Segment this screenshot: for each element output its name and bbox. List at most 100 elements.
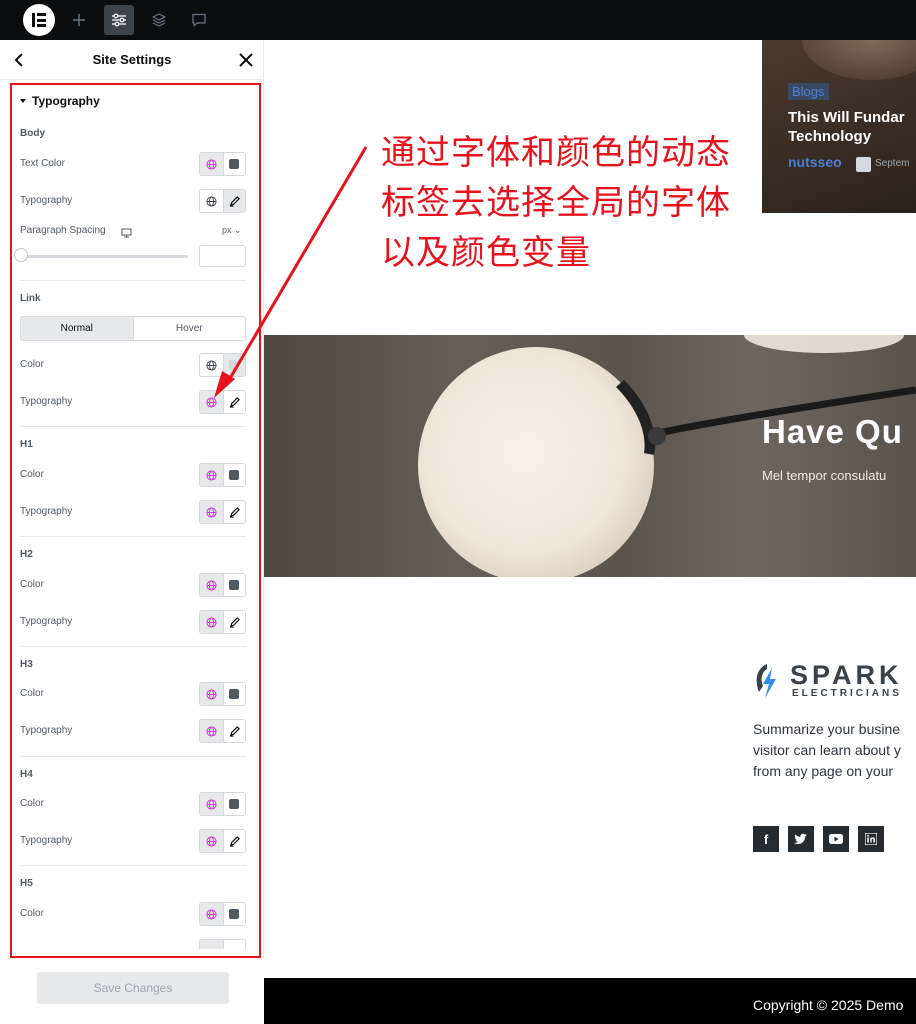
color-swatch[interactable] xyxy=(222,153,246,175)
slider-thumb[interactable] xyxy=(14,248,28,262)
youtube-icon[interactable] xyxy=(823,826,849,852)
h1-typography-control xyxy=(199,500,246,524)
divider xyxy=(20,646,246,647)
hero-lamp-image xyxy=(418,335,916,577)
color-swatch[interactable] xyxy=(222,574,246,596)
calendar-icon xyxy=(856,157,871,172)
h3-group-title: H3 xyxy=(20,659,33,670)
panel-header: Site Settings xyxy=(0,40,264,80)
site-settings-panel: Site Settings Typography Body Text Color… xyxy=(0,40,264,1024)
color-swatch[interactable] xyxy=(222,464,246,486)
blog-tag[interactable]: Blogs xyxy=(788,83,829,100)
globe-icon[interactable] xyxy=(200,940,223,949)
globe-icon[interactable] xyxy=(200,464,223,486)
close-icon[interactable] xyxy=(238,52,254,68)
h1-color-label: Color xyxy=(20,469,44,480)
pencil-icon[interactable] xyxy=(222,940,246,949)
globe-icon[interactable] xyxy=(200,903,223,925)
link-color-label: Color xyxy=(20,359,44,370)
body-text-color-control xyxy=(199,152,246,176)
color-swatch[interactable] xyxy=(222,354,245,376)
add-icon[interactable] xyxy=(64,5,94,35)
color-swatch[interactable] xyxy=(222,793,246,815)
h1-color-control xyxy=(199,463,246,487)
pencil-icon[interactable] xyxy=(222,720,246,742)
body-group-title: Body xyxy=(20,128,45,139)
divider xyxy=(20,426,246,427)
editor-top-bar xyxy=(0,0,916,40)
paragraph-spacing-input[interactable] xyxy=(199,245,246,267)
pencil-icon[interactable] xyxy=(222,830,246,852)
elementor-logo-icon[interactable] xyxy=(23,4,55,36)
caret-down-icon xyxy=(20,98,26,103)
blog-date: Septem xyxy=(875,158,910,169)
h1-group-title: H1 xyxy=(20,439,33,450)
globe-icon[interactable] xyxy=(200,153,223,175)
h3-color-control xyxy=(199,682,246,706)
globe-icon[interactable] xyxy=(200,683,223,705)
summary-line: Summarize your busine xyxy=(753,721,901,737)
unit-selector[interactable]: px ⌄ xyxy=(222,225,242,236)
tab-normal[interactable]: Normal xyxy=(21,317,133,340)
blog-title[interactable]: This Will Fundar Technology xyxy=(788,108,916,146)
save-changes-button[interactable]: Save Changes xyxy=(37,972,229,1004)
h4-color-control xyxy=(199,792,246,816)
layers-icon[interactable] xyxy=(144,5,174,35)
h5-color-control xyxy=(199,902,246,926)
h2-typography-label: Typography xyxy=(20,616,73,627)
twitter-icon[interactable] xyxy=(788,826,814,852)
h2-color-label: Color xyxy=(20,579,44,590)
color-swatch[interactable] xyxy=(222,683,246,705)
blog-card[interactable]: Blogs This Will Fundar Technology nutsse… xyxy=(762,40,916,213)
unit-label: px xyxy=(222,225,232,235)
copyright-text: Copyright © 2025 Demo xyxy=(753,997,904,1013)
desktop-icon[interactable] xyxy=(121,225,132,243)
pencil-icon[interactable] xyxy=(222,190,245,212)
globe-icon[interactable] xyxy=(200,574,223,596)
h5-color-label: Color xyxy=(20,908,44,919)
h3-typography-label: Typography xyxy=(20,725,73,736)
globe-icon[interactable] xyxy=(200,611,223,633)
section-title: Typography xyxy=(32,94,100,108)
h3-typography-control xyxy=(199,719,246,743)
hero-subtext: Mel tempor consulatu xyxy=(762,468,887,483)
globe-icon[interactable] xyxy=(200,190,223,212)
linkedin-icon[interactable] xyxy=(858,826,884,852)
site-settings-icon[interactable] xyxy=(104,5,134,35)
divider xyxy=(20,865,246,866)
tab-hover[interactable]: Hover xyxy=(132,317,246,340)
divider xyxy=(20,756,246,757)
panel-footer: Save Changes xyxy=(0,958,264,1024)
globe-icon[interactable] xyxy=(200,830,223,852)
pencil-icon[interactable] xyxy=(222,611,246,633)
globe-icon[interactable] xyxy=(200,501,223,523)
comments-icon[interactable] xyxy=(184,5,214,35)
brand-tagline: ELECTRICIANS xyxy=(792,688,902,699)
summary-line: visitor can learn about y xyxy=(753,742,901,758)
globe-icon[interactable] xyxy=(200,391,223,413)
pencil-icon[interactable] xyxy=(222,391,246,413)
footer-summary: Summarize your busine visitor can learn … xyxy=(753,719,916,782)
hero-section: Have Qu Mel tempor consulatu xyxy=(264,335,916,577)
blog-author[interactable]: nutsseo xyxy=(788,154,842,170)
facebook-icon[interactable]: f xyxy=(753,826,779,852)
color-swatch[interactable] xyxy=(222,903,246,925)
annotation-line: 通过字体和颜色的动态 xyxy=(381,133,731,173)
hero-headline: Have Qu xyxy=(762,413,903,450)
typography-section-toggle[interactable]: Typography xyxy=(20,94,100,108)
h3-color-label: Color xyxy=(20,688,44,699)
link-typography-label: Typography xyxy=(20,396,73,407)
h4-typography-label: Typography xyxy=(20,835,73,846)
globe-icon[interactable] xyxy=(200,354,223,376)
paragraph-spacing-slider[interactable] xyxy=(20,255,188,258)
pencil-icon[interactable] xyxy=(222,501,246,523)
paragraph-spacing-label: Paragraph Spacing xyxy=(20,225,106,236)
h5-typography-control-partial xyxy=(199,939,246,949)
summary-line: from any page on your xyxy=(753,763,894,779)
body-typography-control xyxy=(199,189,246,213)
h4-typography-control xyxy=(199,829,246,853)
h4-group-title: H4 xyxy=(20,769,33,780)
globe-icon[interactable] xyxy=(200,720,223,742)
body-text-color-label: Text Color xyxy=(20,158,66,169)
globe-icon[interactable] xyxy=(200,793,223,815)
